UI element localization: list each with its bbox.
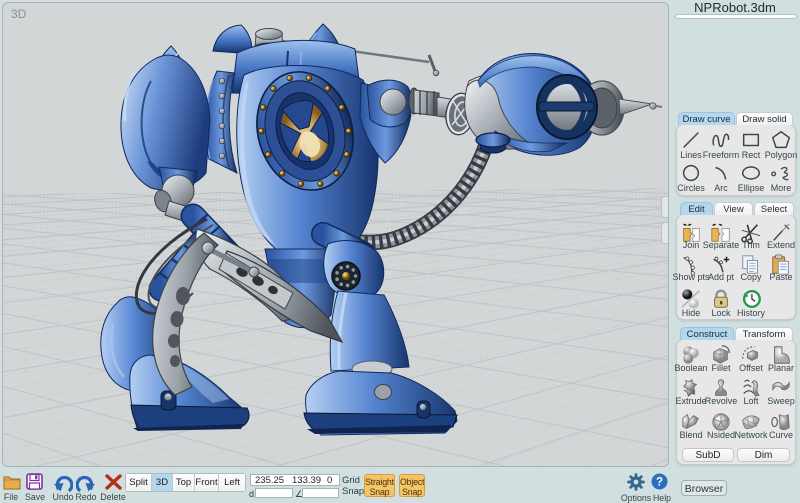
svg-text:?: ? xyxy=(656,477,663,489)
